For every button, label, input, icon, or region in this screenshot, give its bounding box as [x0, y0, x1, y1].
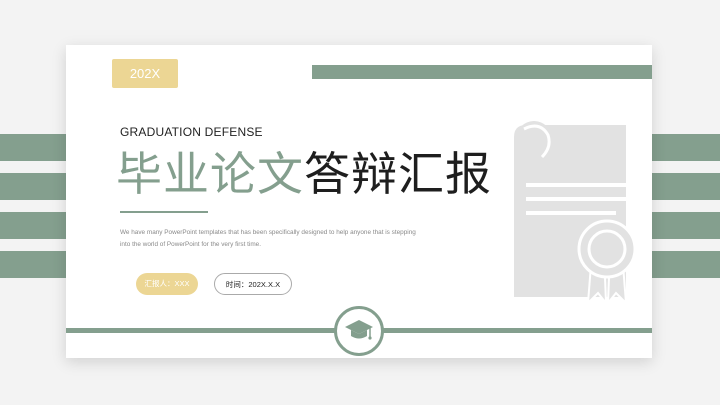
graduation-cap-icon [345, 320, 373, 340]
right-stripe-3 [650, 212, 720, 239]
title-dark-part: 答辩汇报 [304, 147, 492, 201]
certificate-icon [514, 121, 637, 306]
right-stripe-4 [650, 251, 720, 278]
right-stripe-1 [650, 134, 720, 161]
left-stripe-3 [0, 212, 70, 239]
slide-description: We have many PowerPoint templates that h… [120, 227, 460, 251]
top-accent-bar [312, 65, 652, 79]
left-stripe-1 [0, 134, 70, 161]
description-line-2: into the world of PowerPoint for the ver… [120, 241, 262, 248]
left-stripe-2 [0, 173, 70, 200]
slide-card: 202X GRADUATION DEFENSE 毕业论文答辩汇报 We have… [66, 45, 652, 358]
graduation-cap-badge [334, 306, 384, 356]
slide-title: 毕业论文答辩汇报 [116, 143, 492, 205]
year-badge: 202X [112, 59, 178, 88]
title-underline [120, 211, 208, 213]
description-line-1: We have many PowerPoint templates that h… [120, 229, 416, 236]
slide-subtitle: GRADUATION DEFENSE [120, 125, 263, 139]
left-stripe-4 [0, 251, 70, 278]
right-stripe-2 [650, 173, 720, 200]
time-pill: 时间：202X.X.X [214, 273, 292, 295]
reporter-pill: 汇报人：XXX [136, 273, 198, 295]
title-green-part: 毕业论文 [116, 147, 304, 201]
